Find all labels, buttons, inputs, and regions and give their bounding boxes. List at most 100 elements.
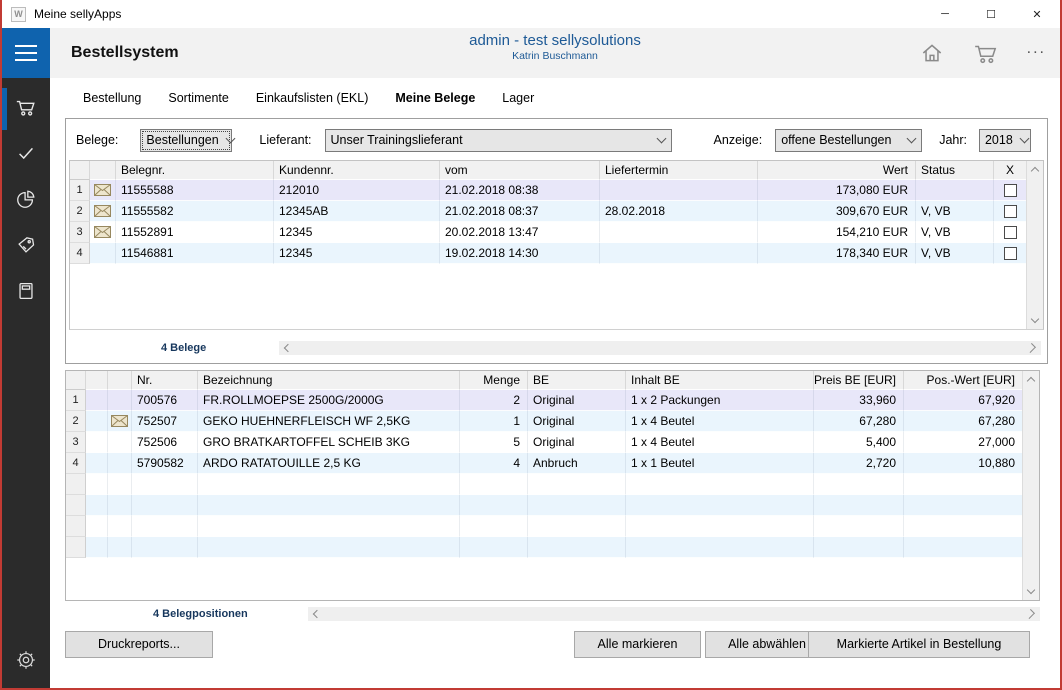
maximize-button[interactable]: ☐ xyxy=(968,0,1014,28)
cell-vom: 21.02.2018 08:38 xyxy=(440,180,600,201)
alle-markieren-button[interactable]: Alle markieren xyxy=(574,631,701,658)
col-kundennr[interactable]: Kundennr. xyxy=(274,161,440,180)
page-title: Bestellsystem xyxy=(71,44,179,62)
scroll-down-icon[interactable] xyxy=(1027,586,1035,594)
orders-table: Belegnr. Kundennr. vom Liefertermin Wert… xyxy=(69,160,1044,330)
table-row[interactable]: 2 752507 GEKO HUEHNERFLEISCH WF 2,5KG 1 … xyxy=(66,411,1039,432)
hamburger-menu-button[interactable] xyxy=(2,28,50,78)
lieferant-dropdown[interactable]: Unser Trainingslieferant xyxy=(325,129,672,152)
vertical-scrollbar[interactable] xyxy=(1022,371,1039,600)
chevron-down-icon xyxy=(656,134,666,144)
horizontal-scrollbar[interactable] xyxy=(279,341,1041,355)
tab-einkaufslisten[interactable]: Einkaufslisten (EKL) xyxy=(256,91,369,107)
col-menge[interactable]: Menge xyxy=(460,371,528,390)
jahr-dropdown[interactable]: 2018 xyxy=(979,129,1031,152)
mail-icon xyxy=(111,415,128,427)
col-nr[interactable]: Nr. xyxy=(132,371,198,390)
row-select-checkbox[interactable] xyxy=(1004,205,1017,218)
cell-pos-wert: 67,280 xyxy=(904,411,1023,432)
cell-kundennr: 12345 xyxy=(274,243,440,264)
anzeige-label: Anzeige: xyxy=(714,133,763,147)
col-x[interactable]: X xyxy=(994,161,1027,180)
scroll-right-icon[interactable] xyxy=(1026,343,1036,353)
markierte-artikel-button[interactable]: Markierte Artikel in Bestellung xyxy=(808,631,1030,658)
table-row[interactable]: 4 5790582 ARDO RATATOUILLE 2,5 KG 4 Anbr… xyxy=(66,453,1039,474)
table-row[interactable]: 3 11552891 12345 20.02.2018 13:47 154,21… xyxy=(70,222,1043,243)
cell-status: V, VB xyxy=(916,243,994,264)
cell-wert: 178,340 EUR xyxy=(758,243,916,264)
cell-be: Original xyxy=(528,432,626,453)
chevron-down-icon xyxy=(225,134,235,144)
close-button[interactable]: ✕ xyxy=(1014,0,1060,28)
col-wert[interactable]: Wert xyxy=(758,161,916,180)
tab-bestellung[interactable]: Bestellung xyxy=(83,91,141,107)
scroll-left-icon[interactable] xyxy=(313,610,321,618)
col-preis-be[interactable]: Preis BE [EUR] xyxy=(814,371,904,390)
cell-inhalt-be: 1 x 2 Packungen xyxy=(626,390,814,411)
tab-lager[interactable]: Lager xyxy=(502,91,534,107)
home-icon[interactable] xyxy=(919,40,945,66)
scroll-left-icon[interactable] xyxy=(284,344,292,352)
anzeige-dropdown[interactable]: offene Bestellungen xyxy=(775,129,922,152)
app-icon: W xyxy=(11,7,26,22)
druckreports-button[interactable]: Druckreports... xyxy=(65,631,213,658)
table-row[interactable]: 3 752506 GRO BRATKARTOFFEL SCHEIB 3KG 5 … xyxy=(66,432,1039,453)
cell-preis-be: 2,720 xyxy=(814,453,904,474)
minimize-button[interactable]: ─ xyxy=(922,0,968,28)
scroll-down-icon[interactable] xyxy=(1031,315,1039,323)
table-row[interactable]: 2 11555582 12345AB 21.02.2018 08:37 28.0… xyxy=(70,201,1043,222)
cell-kundennr: 12345 xyxy=(274,222,440,243)
lieferant-value: Unser Trainingslieferant xyxy=(331,133,463,147)
empty-row xyxy=(66,516,1039,537)
sidebar-item-orders[interactable] xyxy=(2,86,50,132)
mail-icon xyxy=(94,205,111,217)
cell-be: Original xyxy=(528,390,626,411)
cell-vom: 21.02.2018 08:37 xyxy=(440,201,600,222)
mail-icon xyxy=(94,184,111,196)
sidebar-item-offers[interactable] xyxy=(2,224,50,270)
cell-belegnr: 11546881 xyxy=(116,243,274,264)
sidebar-item-tasks[interactable] xyxy=(2,132,50,178)
sidebar-item-catalog[interactable] xyxy=(2,270,50,316)
col-liefertermin[interactable]: Liefertermin xyxy=(600,161,758,180)
table-row[interactable]: 1 700576 FR.ROLLMOEPSE 2500G/2000G 2 Ori… xyxy=(66,390,1039,411)
col-vom[interactable]: vom xyxy=(440,161,600,180)
positions-count-label: 4 Belegpositionen xyxy=(153,608,248,620)
col-status[interactable]: Status xyxy=(916,161,994,180)
cell-bezeichnung: FR.ROLLMOEPSE 2500G/2000G xyxy=(198,390,460,411)
cell-pos-wert: 10,880 xyxy=(904,453,1023,474)
sidebar-item-settings[interactable] xyxy=(2,642,50,682)
book-icon xyxy=(15,280,37,307)
col-pos-wert[interactable]: Pos.-Wert [EUR] xyxy=(904,371,1023,390)
cell-be: Original xyxy=(528,411,626,432)
cell-nr: 700576 xyxy=(132,390,198,411)
cell-wert: 154,210 EUR xyxy=(758,222,916,243)
belege-dropdown[interactable]: Bestellungen xyxy=(140,129,232,152)
col-inhalt-be[interactable]: Inhalt BE xyxy=(626,371,814,390)
col-bezeichnung[interactable]: Bezeichnung xyxy=(198,371,460,390)
table-row[interactable]: 1 11555588 212010 21.02.2018 08:38 173,0… xyxy=(70,180,1043,201)
sidebar xyxy=(2,78,50,688)
col-belegnr[interactable]: Belegnr. xyxy=(116,161,274,180)
row-select-checkbox[interactable] xyxy=(1004,184,1017,197)
tab-meine-belege[interactable]: Meine Belege xyxy=(395,91,475,107)
row-select-checkbox[interactable] xyxy=(1004,247,1017,260)
scroll-up-icon[interactable] xyxy=(1027,377,1035,385)
cell-bezeichnung: GRO BRATKARTOFFEL SCHEIB 3KG xyxy=(198,432,460,453)
cell-menge: 5 xyxy=(460,432,528,453)
scroll-right-icon[interactable] xyxy=(1025,609,1035,619)
more-options-icon[interactable]: ... xyxy=(1027,44,1046,62)
vertical-scrollbar[interactable] xyxy=(1026,161,1043,329)
belege-value: Bestellungen xyxy=(146,133,218,147)
tab-sortimente[interactable]: Sortimente xyxy=(168,91,228,107)
row-select-checkbox[interactable] xyxy=(1004,226,1017,239)
col-be[interactable]: BE xyxy=(528,371,626,390)
cart-icon[interactable] xyxy=(971,40,1001,66)
table-row[interactable]: 4 11546881 12345 19.02.2018 14:30 178,34… xyxy=(70,243,1043,264)
cell-wert: 309,670 EUR xyxy=(758,201,916,222)
sidebar-item-statistics[interactable] xyxy=(2,178,50,224)
cell-preis-be: 5,400 xyxy=(814,432,904,453)
horizontal-scrollbar[interactable] xyxy=(308,607,1040,621)
scroll-up-icon[interactable] xyxy=(1031,167,1039,175)
cell-nr: 752507 xyxy=(132,411,198,432)
